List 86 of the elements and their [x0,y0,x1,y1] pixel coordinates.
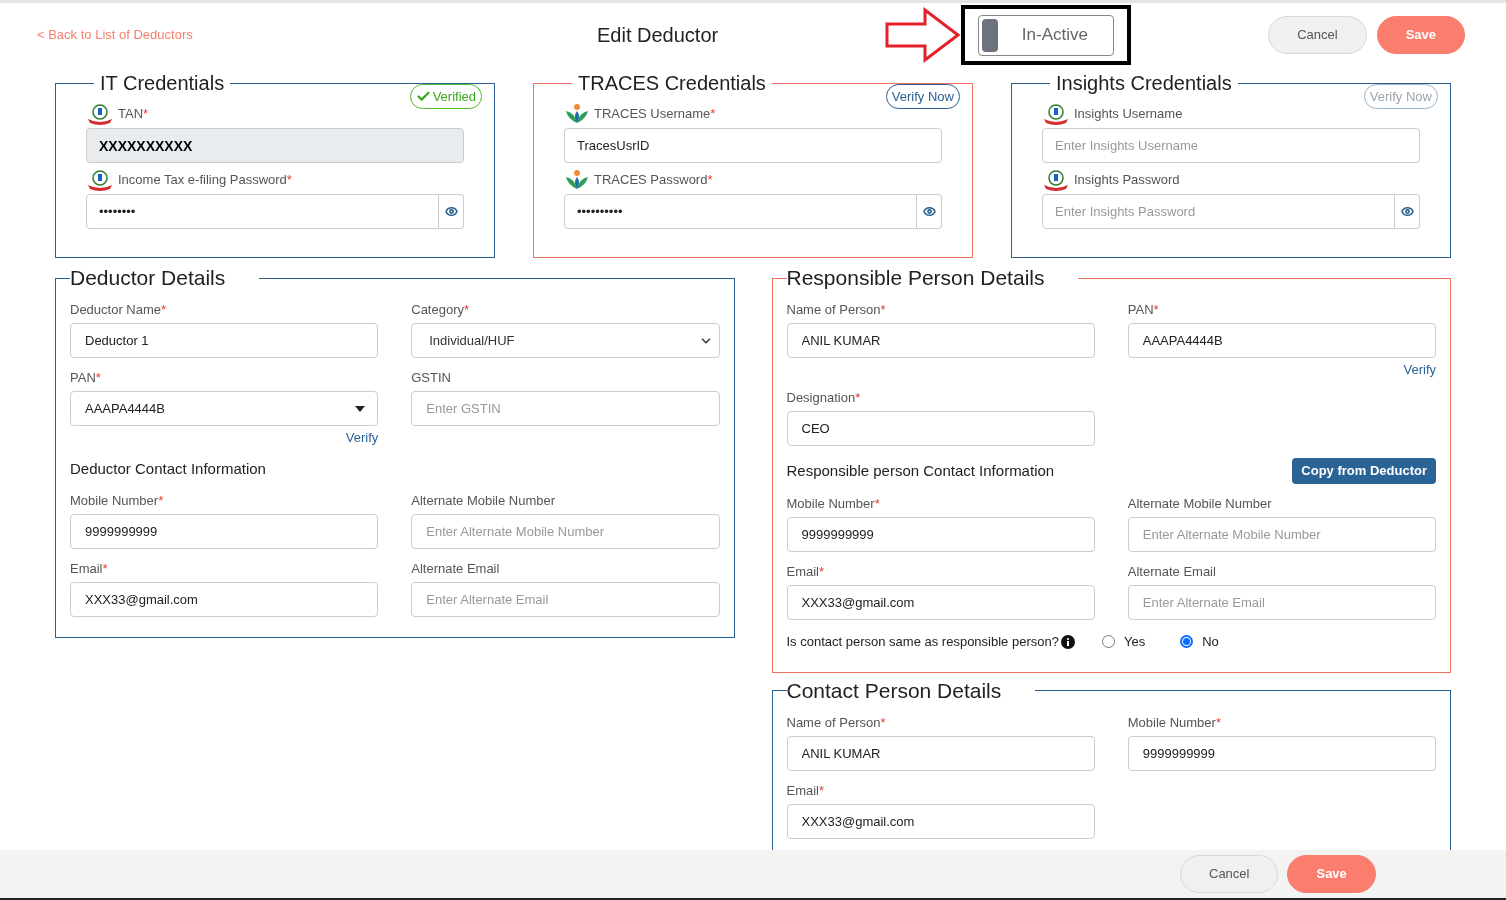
input-field[interactable]: 9999999999 [1127,735,1436,771]
pan-dropdown[interactable]: AAAPA4444B [70,391,379,426]
field-label: Designation* [786,390,862,406]
input-field[interactable]: ANIL KUMAR [786,735,1095,771]
section-title: Contact Person Details [786,677,1003,704]
input-field[interactable]: 9999999999 [786,517,1095,552]
password-field[interactable]: •••••••• [86,194,439,229]
field-label: Alternate Email [411,560,501,577]
emblem-icon [86,169,114,191]
field-label: Mobile Number* [1127,714,1222,731]
show-password-button[interactable] [917,194,942,229]
field-label: Deductor Name* [70,302,168,318]
eye-icon [444,205,458,218]
input-field[interactable]: Enter Alternate Mobile Number [411,513,720,549]
copy-from-deductor-button[interactable]: Copy from Deductor [1292,458,1436,484]
input-field[interactable]: XXX33@gmail.com [786,585,1095,620]
cancel-button[interactable]: Cancel [1180,855,1279,893]
input-field[interactable]: XXXXXXXXXX [86,128,464,163]
input-field[interactable]: Enter Alternate Mobile Number [1127,517,1436,552]
field-label: Mobile Number* [70,492,165,509]
field-label: Insights Password [1074,171,1180,190]
category-select[interactable]: Individual/HUF [411,323,720,358]
show-password-button[interactable] [1395,194,1420,229]
panel-title: TRACES Credentials [577,71,767,96]
input-field[interactable]: XXX33@gmail.com [70,581,379,617]
field-label: Alternate Mobile Number [1127,496,1273,512]
field-label: Email* [786,782,826,799]
input-field[interactable]: AAAPA4444B [1127,323,1436,358]
field-label: TAN* [118,105,149,124]
section-title: Responsible Person Details [786,265,1046,291]
input-field[interactable]: XXX33@gmail.com [786,803,1095,839]
field-label: Email* [70,560,109,577]
input-field[interactable]: Enter Alternate Email [411,581,720,617]
subsection-heading: Responsible person Contact Information [786,460,1055,481]
info-icon [1060,634,1075,649]
question-text: Is contact person same as responsible person? [786,633,1059,651]
check-icon [415,89,431,104]
page-title: Edit Deductor [597,23,720,48]
input-field[interactable]: Deductor 1 [70,323,379,358]
leaf-logo-icon [564,169,590,191]
emblem-icon [1042,103,1070,125]
input-field[interactable]: Enter Alternate Email [1127,585,1436,620]
eye-icon [922,205,936,218]
field-label: Alternate Email [1127,564,1217,580]
input-field[interactable]: Enter GSTIN [411,391,720,426]
field-label: Alternate Mobile Number [411,492,557,509]
field-label: GSTIN [411,370,452,386]
password-field[interactable]: Enter Insights Password [1042,194,1395,229]
toggle-knob [982,18,998,52]
section-title: Deductor Details [70,265,227,291]
input-field[interactable]: TracesUsrID [564,128,942,163]
verify-link[interactable]: Verify [1403,362,1436,378]
emblem-icon [1042,169,1070,191]
radio-option[interactable]: No [1180,632,1219,652]
field-label: TRACES Password* [594,171,713,190]
password-field[interactable]: •••••••••• [564,194,917,229]
field-label: PAN* [70,370,102,386]
cancel-button[interactable]: Cancel [1268,16,1367,54]
radio-button[interactable] [1101,635,1115,649]
input-field[interactable]: CEO [786,411,1095,446]
field-label: Mobile Number* [786,496,881,512]
field-label: Category* [411,302,471,318]
field-label: Insights Username [1074,105,1183,124]
verify-link[interactable]: Verify [345,430,379,446]
input-field[interactable]: 9999999999 [70,513,379,549]
panel-title: IT Credentials [99,71,226,96]
field-label: Name of Person* [786,302,887,318]
emblem-icon [86,103,114,125]
field-label: Income Tax e-filing Password* [118,171,292,190]
input-field[interactable]: Enter Insights Username [1042,128,1420,163]
show-password-button[interactable] [439,194,464,229]
radio-option[interactable]: Yes [1101,632,1146,652]
field-label: Email* [786,564,826,580]
field-label: PAN* [1127,302,1160,318]
field-label: TRACES Username* [594,105,716,124]
arrow-annotation-icon [885,7,961,63]
leaf-logo-icon [564,103,590,125]
panel-title: Insights Credentials [1055,71,1233,96]
radio-button[interactable] [1180,635,1194,649]
caret-down-icon [355,405,366,412]
status-toggle[interactable]: In-Active [978,14,1114,56]
subsection-heading: Deductor Contact Information [70,459,266,479]
verify-now-button[interactable]: Verify Now [885,84,960,109]
eye-icon [1400,205,1414,218]
field-label: Name of Person* [786,714,887,731]
input-field[interactable]: ANIL KUMAR [786,323,1095,358]
